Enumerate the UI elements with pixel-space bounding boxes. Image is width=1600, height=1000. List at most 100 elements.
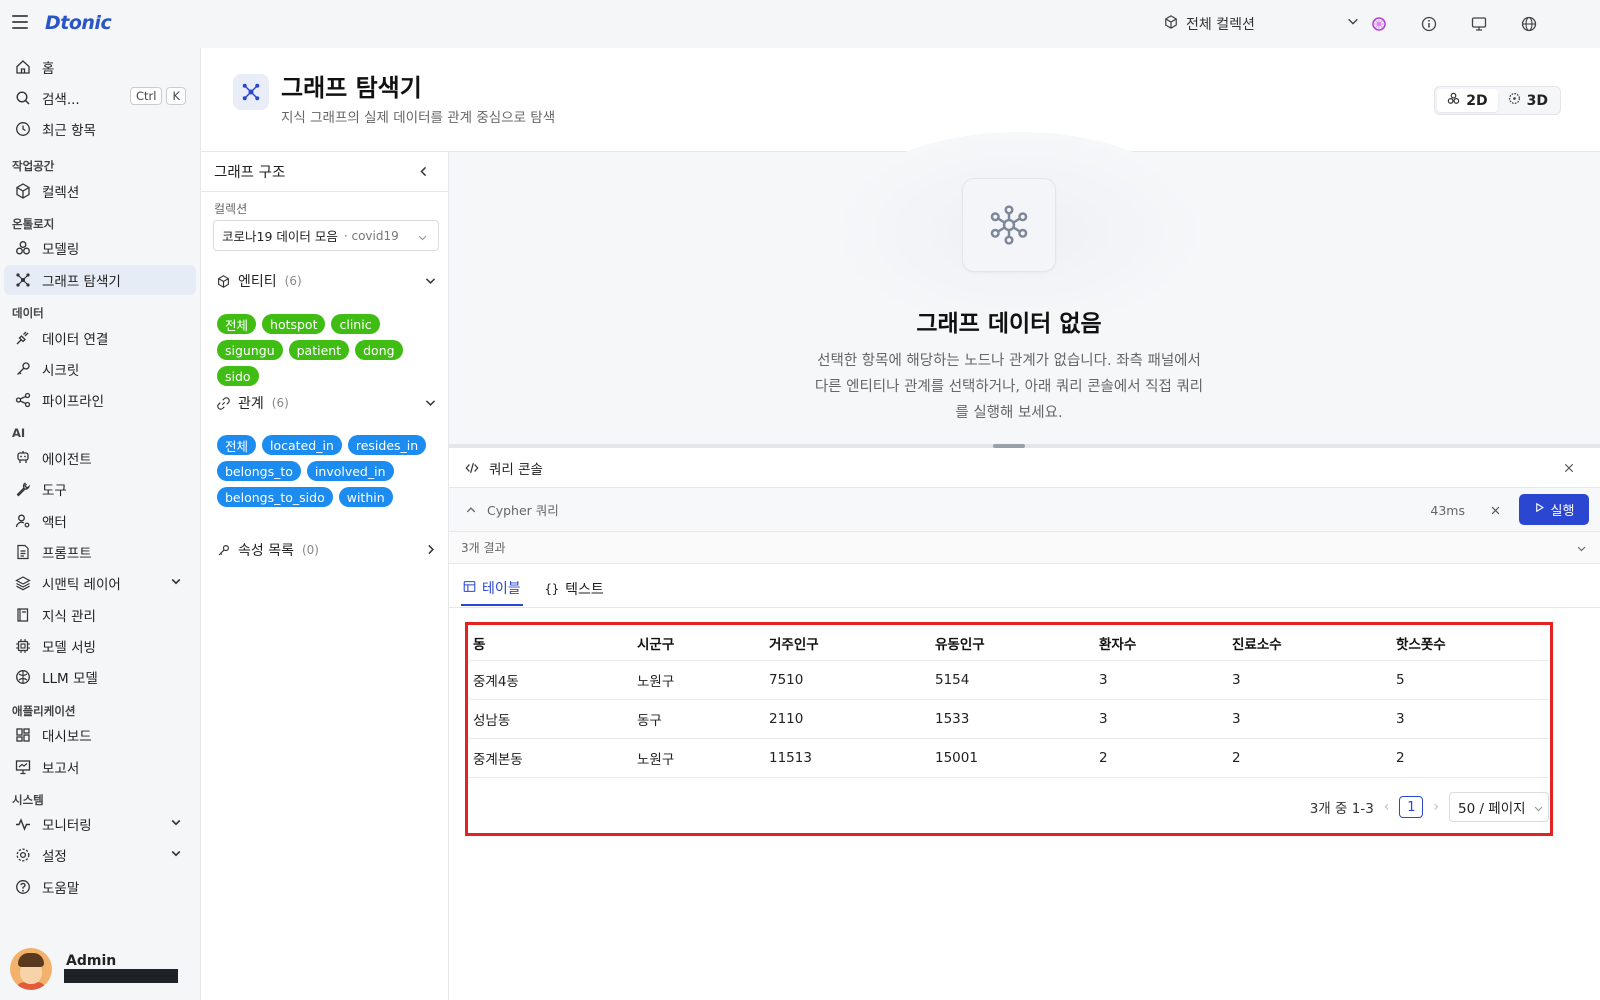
close-icon[interactable]	[1563, 462, 1575, 478]
user-gear-icon	[14, 512, 32, 530]
view-3d-label: 3D	[1526, 92, 1548, 109]
sidebar-item-tool[interactable]: 도구	[4, 474, 196, 504]
sidebar-item-model-serving[interactable]: 모델 서빙	[4, 631, 196, 661]
table-cell: 노원구	[633, 738, 765, 778]
chevron-down-icon	[417, 231, 428, 246]
chevron-up-icon[interactable]	[465, 504, 477, 516]
column-header[interactable]: 진료소수	[1228, 626, 1392, 661]
tab-text[interactable]: {} 텍스트	[543, 572, 606, 606]
column-header[interactable]: 환자수	[1095, 626, 1228, 661]
chevron-down-icon	[170, 816, 182, 832]
help-icon	[14, 878, 32, 896]
info-icon[interactable]	[1404, 13, 1454, 35]
run-query-button[interactable]: 실행	[1519, 494, 1589, 525]
table-cell: 5	[1392, 660, 1549, 700]
graph-icon	[233, 74, 269, 110]
sidebar-item-semantic-layer[interactable]: 시맨틱 레이어	[4, 568, 196, 598]
table-row[interactable]: 중계본동 노원구 11513 15001 2 2 2	[469, 738, 1549, 778]
column-header[interactable]: 동	[469, 626, 633, 661]
relation-tag-resides-in[interactable]: resides_in	[347, 435, 427, 455]
globe-icon[interactable]	[1504, 13, 1554, 35]
sidebar-item-actor[interactable]: 액터	[4, 506, 196, 536]
sidebar-item-secret[interactable]: 시크릿	[4, 354, 196, 384]
relation-tag-all[interactable]: 전체	[217, 435, 257, 455]
graph-icon	[14, 271, 32, 289]
sidebar-item-llm-model[interactable]: LLM 모델	[4, 662, 196, 692]
column-header[interactable]: 핫스폿수	[1392, 626, 1549, 661]
monitor-icon[interactable]	[1454, 13, 1504, 35]
relation-tag-within[interactable]: within	[338, 487, 393, 507]
menu-icon[interactable]	[12, 15, 28, 29]
properties-label: 속성 목록	[238, 543, 294, 559]
relation-tags: 전체 located_in resides_in belongs_to invo…	[217, 435, 437, 507]
table-icon	[463, 580, 476, 597]
column-header[interactable]: 시군구	[633, 626, 765, 661]
sidebar-item-help[interactable]: 도움말	[4, 872, 196, 902]
collection-select-value: 코로나19 데이터 모음	[222, 229, 338, 244]
graph-canvas[interactable]: 그래프 데이터 없음 선택한 항목에 해당하는 노드나 관계가 없습니다. 좌측…	[449, 132, 1600, 446]
relations-section-header[interactable]: 관계 (6)	[217, 392, 439, 414]
view-2d-button[interactable]: 2D	[1437, 89, 1498, 112]
relation-tag-involved-in[interactable]: involved_in	[306, 461, 394, 481]
sidebar-item-monitoring[interactable]: 모니터링	[4, 809, 196, 839]
sidebar-item-prompt[interactable]: 프롬프트	[4, 537, 196, 567]
entities-section-header[interactable]: 엔티티 (6)	[217, 270, 439, 292]
view-3d-button[interactable]: 3D	[1498, 89, 1558, 112]
sidebar-item-knowledge[interactable]: 지식 관리	[4, 600, 196, 630]
table-cell: 1533	[931, 699, 1095, 739]
chevron-down-icon	[1533, 802, 1544, 818]
entity-tag-dong[interactable]: dong	[355, 340, 403, 360]
chevron-left-icon[interactable]	[417, 165, 430, 182]
entity-tag-clinic[interactable]: clinic	[331, 314, 380, 334]
entity-tag-sigungu[interactable]: sigungu	[217, 340, 283, 360]
chevron-left-icon[interactable]: ‹	[1384, 799, 1390, 815]
sidebar-item-collection[interactable]: 컬렉션	[4, 176, 196, 206]
column-header[interactable]: 유동인구	[931, 626, 1095, 661]
table-cell: 2	[1095, 738, 1228, 778]
sidebar-item-home[interactable]: 홈	[4, 52, 196, 82]
structure-title: 그래프 구조	[214, 165, 286, 181]
sidebar-item-data-connection[interactable]: 데이터 연결	[4, 323, 196, 353]
sidebar-item-dashboard[interactable]: 대시보드	[4, 720, 196, 750]
sidebar-item-graph-explorer[interactable]: 그래프 탐색기	[4, 265, 196, 295]
clear-query-icon[interactable]	[1490, 504, 1501, 519]
result-summary-bar[interactable]: 3개 결과	[449, 532, 1600, 564]
cypher-query-bar[interactable]: Cypher 쿼리 43ms 실행	[449, 488, 1600, 532]
app-logo[interactable]: Dtonic	[45, 12, 112, 34]
table-cell: 7510	[765, 660, 931, 700]
table-row[interactable]: 중계4동 노원구 7510 5154 3 3 5	[469, 660, 1549, 700]
wheel-icon[interactable]	[1354, 13, 1404, 35]
table-row[interactable]: 성남동 동구 2110 1533 3 3 3	[469, 699, 1549, 739]
collection-select[interactable]: 코로나19 데이터 모음 · covid19	[213, 220, 439, 251]
empty-state-description: 선택한 항목에 해당하는 노드나 관계가 없습니다. 좌측 패널에서 다른 엔티…	[814, 353, 1204, 421]
column-header[interactable]: 거주인구	[765, 626, 931, 661]
sidebar-item-modeling[interactable]: 모델링	[4, 233, 196, 263]
sidebar-item-label: 모델 서빙	[42, 640, 96, 656]
sidebar-item-pipeline[interactable]: 파이프라인	[4, 385, 196, 415]
relations-label: 관계	[238, 396, 264, 412]
relation-tag-belongs-to[interactable]: belongs_to	[217, 461, 301, 481]
result-count: 3개 결과	[461, 541, 506, 555]
chevron-down-icon	[424, 396, 437, 413]
robot-icon	[14, 449, 32, 467]
sidebar-item-settings[interactable]: 설정	[4, 840, 196, 870]
sidebar-item-recent[interactable]: 최근 항목	[4, 114, 196, 144]
sidebar-item-search[interactable]: 검색... Ctrl K	[4, 83, 196, 113]
page-size-select[interactable]: 50 / 페이지	[1449, 792, 1549, 822]
sidebar-item-report[interactable]: 보고서	[4, 752, 196, 782]
properties-section-header[interactable]: 속성 목록 (0)	[217, 539, 439, 561]
entity-tag-all[interactable]: 전체	[217, 314, 257, 334]
chevron-down-icon	[170, 575, 182, 591]
relation-tag-belongs-to-sido[interactable]: belongs_to_sido	[217, 487, 333, 507]
entity-tag-sido[interactable]: sido	[217, 366, 259, 386]
sidebar-item-agent[interactable]: 에이전트	[4, 443, 196, 473]
page-number-button[interactable]: 1	[1399, 796, 1424, 818]
entity-tag-hotspot[interactable]: hotspot	[262, 314, 326, 334]
plug-icon	[14, 329, 32, 347]
collection-selector-label: 전체 컬렉션	[1186, 17, 1255, 33]
relation-tag-located-in[interactable]: located_in	[262, 435, 342, 455]
entity-tag-patient[interactable]: patient	[288, 340, 350, 360]
collection-selector[interactable]: 전체 컬렉션	[1164, 12, 1360, 36]
chevron-right-icon[interactable]: ›	[1433, 799, 1439, 815]
tab-table[interactable]: 테이블	[461, 572, 523, 606]
